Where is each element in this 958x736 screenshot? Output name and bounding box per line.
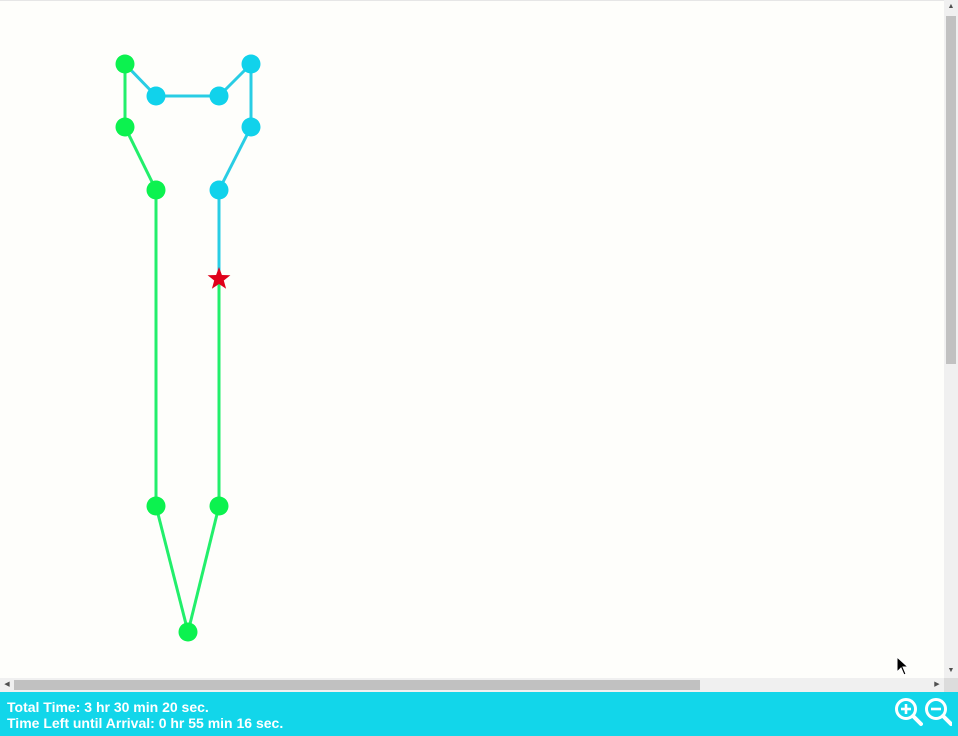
traveled-route-segment xyxy=(123,126,158,191)
traveled-waypoint-marker[interactable] xyxy=(146,180,166,200)
scrollbar-corner xyxy=(944,678,958,692)
traveled-waypoint-marker[interactable] xyxy=(115,54,135,74)
vertical-scroll-thumb[interactable] xyxy=(946,16,956,364)
route-map xyxy=(115,54,261,642)
map-viewport[interactable] xyxy=(0,0,944,679)
remaining-waypoint-marker[interactable] xyxy=(241,54,261,74)
traveled-waypoint-marker[interactable] xyxy=(209,496,229,516)
remaining-route-segment xyxy=(217,126,253,191)
scroll-down-arrow-icon[interactable]: ▼ xyxy=(944,664,958,678)
horizontal-scroll-thumb[interactable] xyxy=(14,680,700,690)
traveled-route-segment xyxy=(154,505,190,633)
scroll-up-arrow-icon[interactable]: ▲ xyxy=(944,0,958,14)
time-left-text: Time Left until Arrival: 0 hr 55 min 16 … xyxy=(7,715,284,731)
zoom-out-button[interactable] xyxy=(922,696,953,728)
traveled-route-segment xyxy=(186,505,221,633)
status-footer: Total Time: 3 hr 30 min 20 sec. Time Lef… xyxy=(0,692,958,736)
traveled-waypoint-marker[interactable] xyxy=(115,117,135,137)
mouse-cursor-icon xyxy=(896,656,910,676)
scroll-left-arrow-icon[interactable]: ◀ xyxy=(0,678,14,692)
remaining-waypoint-marker[interactable] xyxy=(146,86,166,106)
remaining-waypoint-marker[interactable] xyxy=(241,117,261,137)
traveled-waypoint-marker[interactable] xyxy=(146,496,166,516)
remaining-waypoint-marker[interactable] xyxy=(209,86,229,106)
traveled-waypoint-marker[interactable] xyxy=(178,622,198,642)
total-time-text: Total Time: 3 hr 30 min 20 sec. xyxy=(7,699,209,715)
zoom-in-icon xyxy=(895,698,923,726)
zoom-out-icon xyxy=(925,698,953,726)
horizontal-scrollbar[interactable]: ◀ ▶ xyxy=(0,678,944,692)
vertical-scrollbar[interactable]: ▲ ▼ xyxy=(944,0,958,678)
remaining-waypoint-marker[interactable] xyxy=(209,180,229,200)
scroll-right-arrow-icon[interactable]: ▶ xyxy=(930,678,944,692)
zoom-in-button[interactable] xyxy=(893,696,923,728)
